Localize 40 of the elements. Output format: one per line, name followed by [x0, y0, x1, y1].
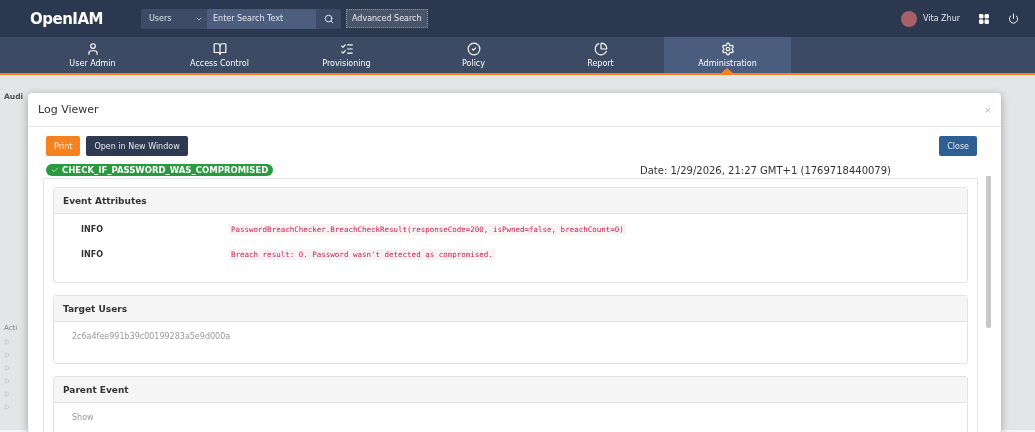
expand-icon[interactable] — [4, 365, 10, 371]
nav-tab[interactable]: Provisioning — [283, 37, 410, 73]
search-icon — [323, 13, 334, 24]
event-badge: CHECK_IF_PASSWORD_WAS_COMPROMISED — [46, 164, 274, 176]
section-title: Event Attributes — [63, 195, 147, 206]
expand-icon[interactable] — [4, 339, 10, 345]
attribute-level: INFO — [81, 225, 104, 234]
expand-icon[interactable] — [4, 404, 10, 410]
expand-icon[interactable] — [4, 391, 10, 397]
check-icon — [51, 166, 59, 174]
open-window-button[interactable]: Open in New Window — [86, 136, 188, 156]
nav-tab[interactable]: User Admin — [29, 37, 156, 73]
nav-tab[interactable]: Access Control — [156, 37, 283, 73]
check-circle-icon — [466, 42, 481, 56]
user-name[interactable]: Vita Zhur — [923, 14, 960, 23]
section-title: Parent Event — [63, 384, 129, 395]
section-text: Show — [72, 413, 95, 422]
dialog-title: Log Viewer — [38, 103, 99, 116]
openiam-logo[interactable]: OpenIAM — [30, 9, 141, 28]
nav-tab[interactable]: Report — [537, 37, 664, 73]
pie-chart-icon — [593, 42, 608, 56]
event-date: Date: 1/29/2026, 21:27 GMT+1 (1769718440079) — [640, 164, 891, 176]
power-icon[interactable] — [1008, 13, 1019, 24]
expand-icon[interactable] — [4, 352, 10, 358]
gear-icon — [720, 42, 735, 56]
grid-icon[interactable] — [978, 12, 990, 25]
attribute-level: INFO — [81, 250, 104, 259]
search-field[interactable]: Enter Search Text — [207, 8, 316, 29]
section-title: Target Users — [63, 303, 128, 314]
scrollbar-thumb[interactable] — [986, 176, 991, 328]
nav-tab[interactable]: Policy — [410, 37, 537, 73]
advanced-search-button[interactable]: Advanced Search — [346, 9, 428, 28]
section-text: 2c6a4fee991b39c00199283a5e9d000a — [72, 332, 232, 341]
checklist-icon — [339, 42, 354, 56]
expand-icon[interactable] — [4, 378, 10, 384]
close-button[interactable]: Close — [939, 136, 977, 156]
nav-tab[interactable]: Administration — [664, 37, 791, 73]
book-icon — [212, 42, 227, 56]
user-icon — [85, 42, 100, 56]
user-avatar[interactable] — [901, 10, 917, 27]
